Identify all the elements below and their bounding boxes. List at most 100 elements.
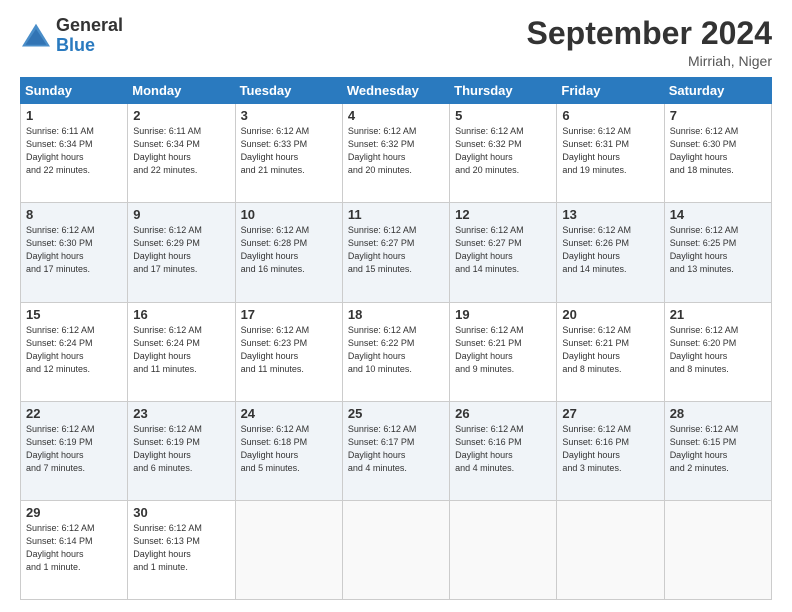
day-info: Sunrise: 6:12 AMSunset: 6:21 PMDaylight … xyxy=(455,325,524,374)
calendar-week-row: 22 Sunrise: 6:12 AMSunset: 6:19 PMDayligh… xyxy=(21,401,772,500)
day-info: Sunrise: 6:12 AMSunset: 6:18 PMDaylight … xyxy=(241,424,310,473)
day-number: 27 xyxy=(562,406,658,421)
day-info: Sunrise: 6:12 AMSunset: 6:22 PMDaylight … xyxy=(348,325,417,374)
day-info: Sunrise: 6:12 AMSunset: 6:17 PMDaylight … xyxy=(348,424,417,473)
col-sunday: Sunday xyxy=(21,78,128,104)
day-info: Sunrise: 6:12 AMSunset: 6:13 PMDaylight … xyxy=(133,523,202,572)
day-info: Sunrise: 6:12 AMSunset: 6:16 PMDaylight … xyxy=(455,424,524,473)
day-number: 19 xyxy=(455,307,551,322)
calendar-week-row: 8 Sunrise: 6:12 AMSunset: 6:30 PMDaylight… xyxy=(21,203,772,302)
table-row: 28Sunrise: 6:12 AMSunset: 6:15 PMDayligh… xyxy=(664,401,771,500)
day-number: 23 xyxy=(133,406,229,421)
day-info: Sunrise: 6:11 AMSunset: 6:34 PMDaylight … xyxy=(133,126,201,175)
col-saturday: Saturday xyxy=(664,78,771,104)
day-number: 2 xyxy=(133,108,229,123)
table-row: 14 Sunrise: 6:12 AMSunset: 6:25 PMDayligh… xyxy=(664,203,771,302)
day-number: 18 xyxy=(348,307,444,322)
table-row: 5 Sunrise: 6:12 AMSunset: 6:32 PMDaylight… xyxy=(450,104,557,203)
col-thursday: Thursday xyxy=(450,78,557,104)
table-row: 26 Sunrise: 6:12 AMSunset: 6:16 PMDayligh… xyxy=(450,401,557,500)
table-row: 23 Sunrise: 6:12 AMSunset: 6:19 PMDayligh… xyxy=(128,401,235,500)
day-info: Sunrise: 6:12 AMSunset: 6:21 PMDaylight … xyxy=(562,325,631,374)
table-row: 24 Sunrise: 6:12 AMSunset: 6:18 PMDayligh… xyxy=(235,401,342,500)
table-row: 30 Sunrise: 6:12 AMSunset: 6:13 PMDayligh… xyxy=(128,500,235,599)
day-info: Sunrise: 6:11 AMSunset: 6:34 PMDaylight … xyxy=(26,126,94,175)
day-number: 22 xyxy=(26,406,122,421)
day-number: 15 xyxy=(26,307,122,322)
table-row: 8 Sunrise: 6:12 AMSunset: 6:30 PMDaylight… xyxy=(21,203,128,302)
day-info: Sunrise: 6:12 AMSunset: 6:33 PMDaylight … xyxy=(241,126,310,175)
day-info: Sunrise: 6:12 AMSunset: 6:16 PMDaylight … xyxy=(562,424,631,473)
day-number: 26 xyxy=(455,406,551,421)
table-row xyxy=(557,500,664,599)
day-info: Sunrise: 6:12 AMSunset: 6:19 PMDaylight … xyxy=(26,424,95,473)
day-number: 21 xyxy=(670,307,766,322)
table-row: 16 Sunrise: 6:12 AMSunset: 6:24 PMDayligh… xyxy=(128,302,235,401)
table-row: 15 Sunrise: 6:12 AMSunset: 6:24 PMDayligh… xyxy=(21,302,128,401)
day-info: Sunrise: 6:12 AMSunset: 6:25 PMDaylight … xyxy=(670,225,739,274)
day-number: 11 xyxy=(348,207,444,222)
day-number: 30 xyxy=(133,505,229,520)
day-number: 24 xyxy=(241,406,337,421)
day-info: Sunrise: 6:12 AMSunset: 6:30 PMDaylight … xyxy=(26,225,95,274)
day-info: Sunrise: 6:12 AMSunset: 6:31 PMDaylight … xyxy=(562,126,631,175)
table-row: 6 Sunrise: 6:12 AMSunset: 6:31 PMDaylight… xyxy=(557,104,664,203)
table-row xyxy=(342,500,449,599)
day-number: 6 xyxy=(562,108,658,123)
day-info: Sunrise: 6:12 AMSunset: 6:19 PMDaylight … xyxy=(133,424,202,473)
calendar-page: General Blue September 2024 Mirriah, Nig… xyxy=(0,0,792,612)
day-info: Sunrise: 6:12 AMSunset: 6:14 PMDaylight … xyxy=(26,523,95,572)
col-tuesday: Tuesday xyxy=(235,78,342,104)
month-title: September 2024 xyxy=(527,16,772,51)
day-number: 13 xyxy=(562,207,658,222)
table-row: 12 Sunrise: 6:12 AMSunset: 6:27 PMDayligh… xyxy=(450,203,557,302)
day-number: 9 xyxy=(133,207,229,222)
table-row xyxy=(235,500,342,599)
day-info: Sunrise: 6:12 AMSunset: 6:24 PMDaylight … xyxy=(133,325,202,374)
table-row: 20Sunrise: 6:12 AMSunset: 6:21 PMDayligh… xyxy=(557,302,664,401)
location: Mirriah, Niger xyxy=(527,53,772,69)
table-row: 7Sunrise: 6:12 AMSunset: 6:30 PMDaylight… xyxy=(664,104,771,203)
calendar-header-row: Sunday Monday Tuesday Wednesday Thursday… xyxy=(21,78,772,104)
table-row: 11Sunrise: 6:12 AMSunset: 6:27 PMDayligh… xyxy=(342,203,449,302)
calendar-week-row: 1 Sunrise: 6:11 AMSunset: 6:34 PMDaylight… xyxy=(21,104,772,203)
table-row: 22 Sunrise: 6:12 AMSunset: 6:19 PMDayligh… xyxy=(21,401,128,500)
table-row: 2 Sunrise: 6:11 AMSunset: 6:34 PMDaylight… xyxy=(128,104,235,203)
table-row xyxy=(664,500,771,599)
day-info: Sunrise: 6:12 AMSunset: 6:23 PMDaylight … xyxy=(241,325,310,374)
table-row: 10Sunrise: 6:12 AMSunset: 6:28 PMDayligh… xyxy=(235,203,342,302)
table-row: 17Sunrise: 6:12 AMSunset: 6:23 PMDayligh… xyxy=(235,302,342,401)
table-row: 3Sunrise: 6:12 AMSunset: 6:33 PMDaylight… xyxy=(235,104,342,203)
table-row: 13 Sunrise: 6:12 AMSunset: 6:26 PMDayligh… xyxy=(557,203,664,302)
logo-icon xyxy=(20,22,52,50)
day-info: Sunrise: 6:12 AMSunset: 6:26 PMDaylight … xyxy=(562,225,631,274)
header: General Blue September 2024 Mirriah, Nig… xyxy=(20,16,772,69)
day-number: 12 xyxy=(455,207,551,222)
logo-general-text: General xyxy=(56,15,123,35)
day-number: 5 xyxy=(455,108,551,123)
day-number: 4 xyxy=(348,108,444,123)
table-row: 18 Sunrise: 6:12 AMSunset: 6:22 PMDayligh… xyxy=(342,302,449,401)
day-number: 14 xyxy=(670,207,766,222)
calendar-week-row: 29 Sunrise: 6:12 AMSunset: 6:14 PMDayligh… xyxy=(21,500,772,599)
day-info: Sunrise: 6:12 AMSunset: 6:30 PMDaylight … xyxy=(670,126,739,175)
day-info: Sunrise: 6:12 AMSunset: 6:20 PMDaylight … xyxy=(670,325,739,374)
day-number: 8 xyxy=(26,207,122,222)
table-row xyxy=(450,500,557,599)
calendar-week-row: 15 Sunrise: 6:12 AMSunset: 6:24 PMDayligh… xyxy=(21,302,772,401)
day-number: 29 xyxy=(26,505,122,520)
title-block: September 2024 Mirriah, Niger xyxy=(527,16,772,69)
day-info: Sunrise: 6:12 AMSunset: 6:24 PMDaylight … xyxy=(26,325,95,374)
table-row: 1 Sunrise: 6:11 AMSunset: 6:34 PMDaylight… xyxy=(21,104,128,203)
day-number: 1 xyxy=(26,108,122,123)
day-info: Sunrise: 6:12 AMSunset: 6:27 PMDaylight … xyxy=(455,225,524,274)
day-info: Sunrise: 6:12 AMSunset: 6:32 PMDaylight … xyxy=(455,126,524,175)
day-number: 10 xyxy=(241,207,337,222)
day-number: 16 xyxy=(133,307,229,322)
table-row: 27 Sunrise: 6:12 AMSunset: 6:16 PMDayligh… xyxy=(557,401,664,500)
col-wednesday: Wednesday xyxy=(342,78,449,104)
logo-blue-text: Blue xyxy=(56,35,95,55)
day-number: 28 xyxy=(670,406,766,421)
table-row: 4 Sunrise: 6:12 AMSunset: 6:32 PMDaylight… xyxy=(342,104,449,203)
day-info: Sunrise: 6:12 AMSunset: 6:32 PMDaylight … xyxy=(348,126,417,175)
